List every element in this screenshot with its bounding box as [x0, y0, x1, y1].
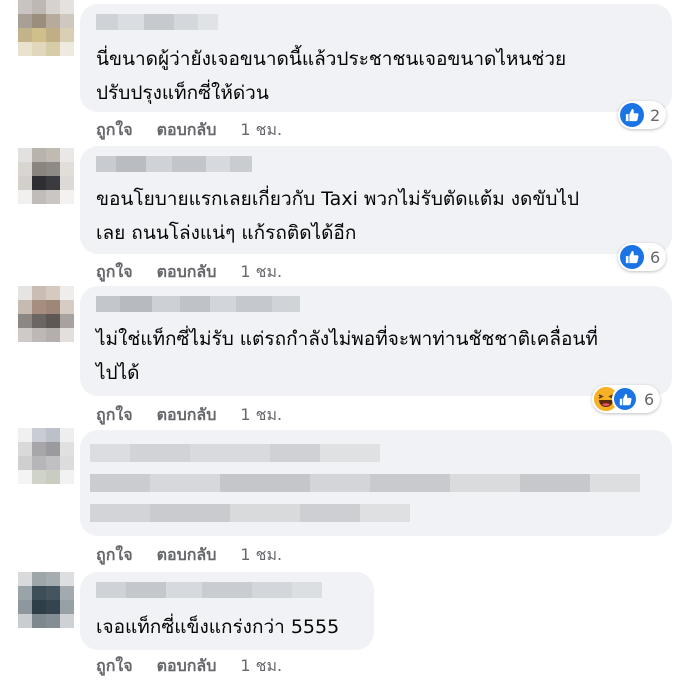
avatar[interactable] — [18, 428, 74, 484]
avatar[interactable] — [18, 286, 74, 342]
reply-button[interactable]: ตอบกลับ — [157, 260, 217, 285]
author-name-blurred[interactable] — [96, 14, 218, 30]
like-button[interactable]: ถูกใจ — [96, 118, 133, 143]
reply-button[interactable]: ตอบกลับ — [157, 543, 217, 568]
comment-text: เจอแท็กซี่แข็งแกร่งกว่า 5555 — [96, 616, 340, 638]
comment-text: นี่ขนาดผู้ว่ายังเจอขนาดนี้แล้วประชาชนเจอ… — [96, 48, 567, 104]
timestamp[interactable]: 1 ชม. — [240, 260, 282, 285]
reaction-summary[interactable]: 6 — [592, 385, 661, 413]
author-name-blurred[interactable] — [96, 156, 252, 172]
reply-button[interactable]: ตอบกลับ — [157, 118, 217, 143]
comment-actions: ถูกใจ ตอบกลับ 1 ชม. — [96, 260, 282, 285]
comment-actions: ถูกใจ ตอบกลับ 1 ชม. — [96, 543, 282, 568]
reply-button[interactable]: ตอบกลับ — [157, 654, 217, 679]
timestamp[interactable]: 1 ชม. — [240, 403, 282, 428]
timestamp[interactable]: 1 ชม. — [240, 118, 282, 143]
reaction-count: 6 — [650, 247, 661, 267]
author-name-blurred[interactable] — [96, 582, 322, 598]
reaction-summary[interactable]: 6 — [618, 243, 667, 271]
timestamp[interactable]: 1 ชม. — [240, 654, 282, 679]
like-icon — [620, 245, 644, 269]
comment-bubble: เจอแท็กซี่แข็งแกร่งกว่า 5555 — [80, 572, 374, 650]
avatar[interactable] — [18, 148, 74, 204]
reaction-count: 6 — [644, 389, 655, 409]
like-icon — [612, 386, 638, 412]
like-button[interactable]: ถูกใจ — [96, 543, 133, 568]
like-icon — [620, 103, 644, 127]
blurred-text-line — [90, 444, 380, 462]
reaction-summary[interactable]: 2 — [618, 101, 667, 129]
comment-text: ขอนโยบายแรกเลยเกี่ยวกับ Taxi พวกไม่รับตั… — [96, 188, 580, 244]
avatar[interactable] — [18, 0, 74, 56]
author-name-blurred[interactable] — [96, 296, 300, 312]
like-button[interactable]: ถูกใจ — [96, 403, 133, 428]
comment-actions: ถูกใจ ตอบกลับ 1 ชม. — [96, 654, 282, 679]
reply-button[interactable]: ตอบกลับ — [157, 403, 217, 428]
reaction-count: 2 — [650, 105, 661, 125]
blurred-text-line — [90, 474, 640, 492]
like-button[interactable]: ถูกใจ — [96, 260, 133, 285]
comment-actions: ถูกใจ ตอบกลับ 1 ชม. — [96, 118, 282, 143]
comment-text: ไม่ใช่แท็กซี่ไม่รับ แต่รถกำลังไม่พอที่จะ… — [96, 328, 598, 384]
comment-bubble: ขอนโยบายแรกเลยเกี่ยวกับ Taxi พวกไม่รับตั… — [80, 146, 672, 254]
comment-bubble-blurred — [80, 430, 672, 536]
comment-bubble: นี่ขนาดผู้ว่ายังเจอขนาดนี้แล้วประชาชนเจอ… — [80, 4, 672, 112]
like-button[interactable]: ถูกใจ — [96, 654, 133, 679]
comment-bubble: ไม่ใช่แท็กซี่ไม่รับ แต่รถกำลังไม่พอที่จะ… — [80, 286, 672, 396]
comment-actions: ถูกใจ ตอบกลับ 1 ชม. — [96, 403, 282, 428]
blurred-text-line — [90, 504, 410, 522]
timestamp[interactable]: 1 ชม. — [240, 543, 282, 568]
avatar[interactable] — [18, 572, 74, 628]
